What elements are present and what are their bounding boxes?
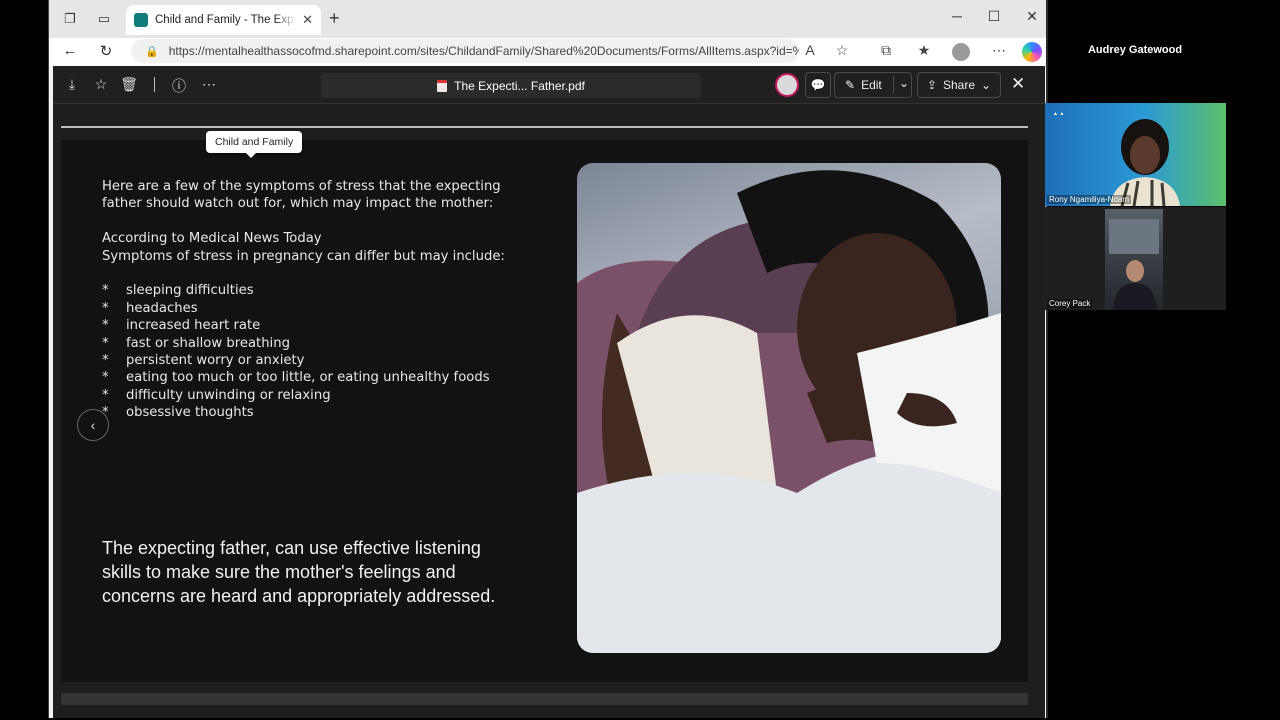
- info-icon[interactable]: ⓘ: [169, 76, 189, 96]
- chevron-down-icon: ⌄: [981, 78, 992, 92]
- minimize-window-icon[interactable]: ─: [942, 8, 972, 24]
- new-tab-icon[interactable]: +: [329, 8, 340, 29]
- comment-icon: 💬: [810, 78, 826, 92]
- browser-window: ❐ ▭ Child and Family - The Expecting ✕ +…: [48, 0, 1048, 718]
- tab-bar: ❐ ▭ Child and Family - The Expecting ✕ +…: [49, 0, 1046, 38]
- pencil-icon: ✎: [845, 78, 856, 92]
- star-icon[interactable]: ☆: [91, 76, 111, 93]
- file-name: The Expecti... Father.pdf: [454, 78, 585, 93]
- pdf-viewer: ⤓ ☆ 🗑 ⓘ ⋯ The Expecti... Father.pdf 💬 ✎ …: [53, 66, 1045, 718]
- symptom-list: * sleeping difficulties * headaches * incre…: [102, 282, 532, 421]
- intro-line-1: Here are a few of the symptoms of stress…: [102, 179, 501, 194]
- copilot-icon[interactable]: [1022, 42, 1042, 62]
- maximize-window-icon[interactable]: ☐: [979, 8, 1009, 25]
- list-item: * obsessive thoughts: [102, 405, 254, 421]
- edit-button[interactable]: ✎ Edit ⌄: [834, 72, 912, 98]
- page-top-edge: [61, 126, 1028, 128]
- slide-body-text: Here are a few of the symptoms of stress…: [102, 178, 532, 422]
- lock-icon: 🔒: [145, 45, 159, 58]
- address-bar-row: ← ↻ 🔒 https://mentalhealthassocofmd.shar…: [49, 38, 1046, 66]
- favorites-icon[interactable]: ★: [913, 42, 935, 59]
- favorite-star-icon[interactable]: ☆: [831, 42, 853, 59]
- participant-name: Corey Pack: [1047, 299, 1093, 308]
- tab-title: Child and Family - The Expecting: [155, 14, 296, 26]
- sleeping-woman-photo: [577, 163, 1001, 653]
- back-icon[interactable]: ←: [59, 42, 81, 59]
- url-field[interactable]: 🔒 https://mentalhealthassocofmd.sharepoi…: [131, 39, 799, 63]
- intro-line-2: father should watch out for, which may i…: [102, 196, 494, 212]
- close-tab-icon[interactable]: ✕: [302, 12, 313, 28]
- extensions-icon[interactable]: ⧉: [875, 42, 897, 59]
- lead-line: Symptoms of stress in pregnancy can diff…: [102, 248, 505, 264]
- share-label: Share: [942, 78, 976, 92]
- slide-page: Here are a few of the symptoms of stress…: [61, 140, 1028, 682]
- close-viewer-icon[interactable]: ✕: [1011, 74, 1025, 94]
- list-item: * difficulty unwinding or relaxing: [102, 387, 331, 403]
- background-logo-icon: ▲ ▲: [1053, 111, 1065, 117]
- chevron-left-icon: ‹: [90, 417, 96, 433]
- more-options-icon[interactable]: ⋯: [199, 76, 219, 93]
- list-item: * headaches: [102, 300, 198, 316]
- next-page-edge: [61, 693, 1028, 705]
- viewer-toolbar: ⤓ ☆ 🗑 ⓘ ⋯ The Expecti... Father.pdf 💬 ✎ …: [53, 66, 1045, 104]
- comments-button[interactable]: 💬: [805, 72, 831, 98]
- participant-camera-feed: [1105, 209, 1163, 310]
- share-button[interactable]: ⇪ Share ⌄: [917, 72, 1001, 98]
- user-avatar[interactable]: [775, 73, 799, 97]
- pdf-file-icon: [437, 79, 448, 92]
- participant-video[interactable]: Corey Pack: [1045, 207, 1226, 310]
- tooltip: Child and Family: [206, 131, 303, 158]
- participant-silhouette: [1110, 119, 1180, 206]
- list-item: * persistent worry or anxiety: [102, 353, 305, 369]
- close-window-icon[interactable]: ✕: [1017, 8, 1047, 25]
- closing-paragraph: The expecting father, can use effective …: [102, 538, 496, 606]
- sharepoint-favicon-icon: [134, 13, 148, 27]
- read-aloud-icon[interactable]: A: [799, 42, 821, 58]
- file-name-box: The Expecti... Father.pdf: [321, 73, 701, 98]
- share-icon: ⇪: [926, 78, 937, 92]
- settings-more-icon[interactable]: ⋯: [988, 42, 1010, 59]
- toolbar-divider: [154, 77, 155, 92]
- source-line: According to Medical News Today: [102, 231, 322, 247]
- host-name: Audrey Gatewood: [1087, 44, 1183, 56]
- list-item: * eating too much or too little, or eatin…: [102, 370, 490, 386]
- list-item: * increased heart rate: [102, 318, 261, 334]
- download-icon[interactable]: ⤓: [62, 76, 82, 93]
- tab-actions-icon[interactable]: ▭: [93, 8, 115, 30]
- trash-icon[interactable]: 🗑: [119, 76, 139, 93]
- document-page-area: Here are a few of the symptoms of stress…: [53, 104, 1045, 718]
- browser-tab-active[interactable]: Child and Family - The Expecting ✕: [126, 5, 321, 35]
- url-text: https://mentalhealthassocofmd.sharepoint…: [168, 44, 799, 58]
- refresh-icon[interactable]: ↻: [95, 42, 117, 60]
- edit-label: Edit: [861, 78, 882, 92]
- participant-name: Rony Ngamiliya-Ndam: [1047, 195, 1132, 204]
- list-item: * sleeping difficulties: [102, 283, 254, 299]
- profile-icon[interactable]: [952, 43, 970, 61]
- previous-page-button[interactable]: ‹: [77, 409, 109, 441]
- list-item: * fast or shallow breathing: [102, 335, 290, 351]
- workspaces-icon[interactable]: ❐: [59, 8, 81, 30]
- participant-video[interactable]: ▲ ▲ Rony Ngamiliya-Ndam: [1045, 103, 1226, 206]
- chevron-down-icon[interactable]: ⌄: [893, 76, 909, 94]
- screen: ❐ ▭ Child and Family - The Expecting ✕ +…: [0, 0, 1280, 720]
